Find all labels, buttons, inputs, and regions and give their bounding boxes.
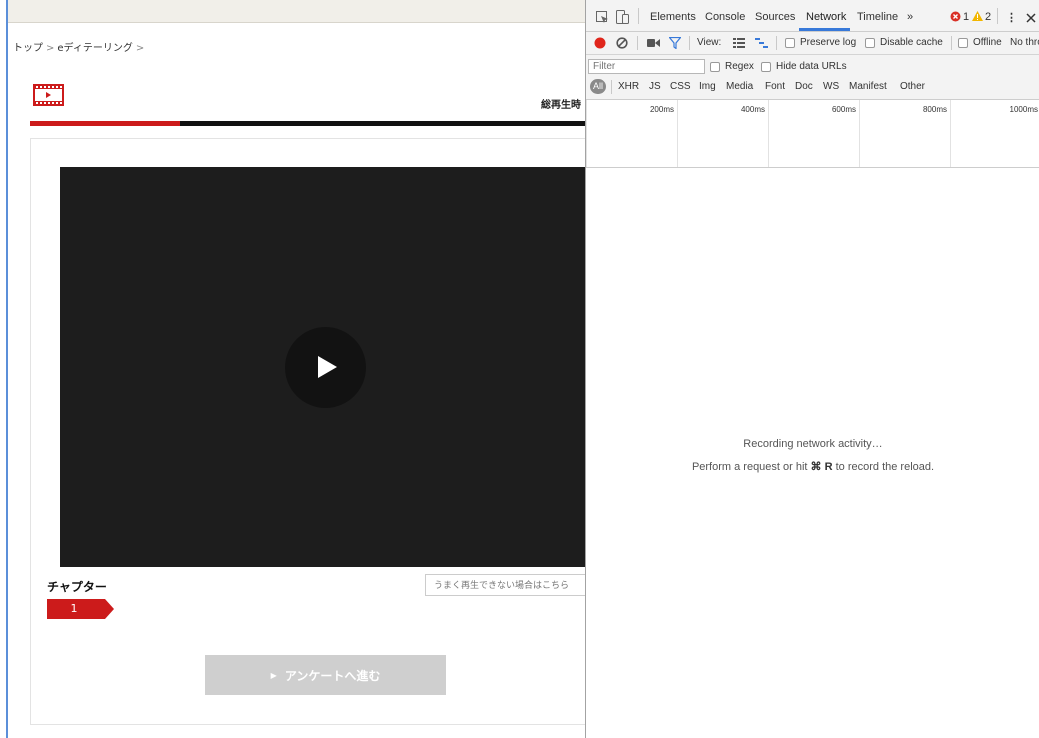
tab-sources[interactable]: Sources — [755, 11, 795, 23]
device-toolbar-icon[interactable] — [616, 10, 629, 24]
inspect-element-icon[interactable] — [596, 11, 609, 24]
warning-icon[interactable] — [972, 11, 983, 21]
hide-data-urls-label: Hide data URLs — [776, 61, 847, 72]
tab-network[interactable]: Network — [806, 11, 846, 23]
error-count: 1 — [963, 11, 970, 23]
timeline-tick-label: 600ms — [831, 105, 856, 114]
timeline-tick-label: 400ms — [740, 105, 765, 114]
toolbar-separator — [776, 36, 777, 50]
timeline-gridline — [950, 100, 951, 167]
hide-data-urls-checkbox[interactable] — [761, 62, 771, 72]
filter-input[interactable] — [588, 59, 705, 74]
filter-icon[interactable] — [669, 37, 681, 49]
window-frame-edge — [6, 0, 8, 738]
disable-cache-checkbox[interactable] — [865, 38, 875, 48]
proceed-to-survey-button[interactable]: ▶ アンケートへ進む — [205, 655, 446, 695]
toolbar-separator — [997, 8, 998, 24]
web-page: トップ > eディテーリング > 総再生時 チャプター 1 うまく再生できない場合はこ… — [0, 0, 585, 738]
reload-hint-prefix: Perform a request or hit — [691, 461, 811, 473]
offline-label: Offline — [973, 37, 1002, 48]
more-tabs-button[interactable]: » — [907, 11, 913, 23]
viewing-progress-bar — [30, 121, 585, 126]
breadcrumb-current[interactable]: eディテーリング — [57, 43, 132, 54]
devtools-panel: Elements Console Sources Network Timelin… — [585, 0, 1039, 738]
reload-hint: Perform a request or hit ⌘ R to record t… — [586, 460, 1039, 473]
play-button[interactable] — [285, 327, 366, 408]
preserve-log-checkbox[interactable] — [785, 38, 795, 48]
toolbar-separator — [638, 8, 639, 24]
page-top-bar — [8, 0, 585, 23]
network-filter-bar: Regex Hide data URLs — [586, 55, 1039, 100]
breadcrumb-home-link[interactable]: トップ — [13, 43, 43, 54]
chapter-1-button[interactable]: 1 — [47, 599, 114, 619]
breadcrumb: トップ > eディテーリング > — [13, 39, 147, 54]
type-filter-all[interactable]: All — [590, 79, 606, 94]
timeline-tick-label: 1000ms — [1009, 105, 1038, 114]
clear-icon[interactable] — [616, 37, 628, 49]
preserve-log-label: Preserve log — [800, 37, 857, 48]
throttling-select[interactable]: No thro — [1010, 37, 1039, 48]
close-icon[interactable] — [1026, 13, 1036, 23]
capture-screenshots-icon[interactable] — [647, 39, 660, 47]
type-filter-js[interactable]: JS — [649, 81, 661, 92]
breadcrumb-separator: > — [135, 43, 145, 54]
type-filter-css[interactable]: CSS — [670, 81, 691, 92]
chapter-heading: チャプター — [47, 580, 107, 594]
video-film-icon — [33, 84, 64, 106]
tab-elements[interactable]: Elements — [650, 11, 696, 23]
offline-checkbox[interactable] — [958, 38, 968, 48]
reload-shortcut[interactable]: ⌘ R — [811, 461, 833, 473]
timeline-gridline — [586, 100, 587, 167]
toolbar-separator — [951, 36, 952, 50]
playback-help-link[interactable]: うまく再生できない場合はこちら — [425, 574, 585, 596]
total-play-time-label: 総再生時 — [541, 100, 581, 111]
view-label: View: — [697, 37, 722, 48]
viewing-progress-fill — [30, 121, 180, 126]
type-filter-xhr[interactable]: XHR — [618, 81, 639, 92]
regex-checkbox[interactable] — [710, 62, 720, 72]
type-filter-font[interactable]: Font — [765, 81, 785, 92]
disable-cache-label: Disable cache — [880, 37, 943, 48]
triangle-right-icon: ▶ — [270, 670, 277, 680]
play-icon — [318, 356, 337, 378]
tab-timeline[interactable]: Timeline — [857, 11, 898, 23]
regex-label: Regex — [725, 61, 754, 72]
waterfall-overview-icon[interactable] — [755, 38, 768, 48]
timeline-gridline — [859, 100, 860, 167]
record-icon[interactable] — [594, 37, 606, 49]
chapter-number: 1 — [70, 602, 78, 615]
tab-console[interactable]: Console — [705, 11, 745, 23]
toolbar-separator — [637, 36, 638, 50]
network-toolbar: View: Preserve log Disable cache Offline… — [586, 32, 1039, 55]
survey-button-label: アンケートへ進む — [284, 668, 381, 683]
toolbar-separator — [611, 80, 612, 94]
timeline-gridline — [677, 100, 678, 167]
type-filter-manifest[interactable]: Manifest — [849, 81, 887, 92]
network-timeline-overview[interactable]: 200ms 400ms 600ms 800ms 1000ms — [586, 100, 1039, 168]
devtools-tab-bar: Elements Console Sources Network Timelin… — [586, 0, 1039, 32]
warning-count: 2 — [985, 11, 992, 23]
type-filter-media[interactable]: Media — [726, 81, 753, 92]
toolbar-separator — [689, 36, 690, 50]
timeline-gridline — [768, 100, 769, 167]
error-icon[interactable] — [950, 11, 961, 22]
timeline-tick-label: 200ms — [649, 105, 674, 114]
type-filter-other[interactable]: Other — [900, 81, 925, 92]
type-filter-doc[interactable]: Doc — [795, 81, 813, 92]
reload-hint-suffix: to record the reload. — [832, 461, 935, 473]
more-options-icon[interactable]: ⋮ — [1006, 11, 1017, 24]
type-filter-img[interactable]: Img — [699, 81, 716, 92]
large-rows-icon[interactable] — [733, 38, 745, 48]
active-tab-indicator — [799, 28, 850, 31]
type-filter-ws[interactable]: WS — [823, 81, 839, 92]
breadcrumb-separator: > — [46, 43, 55, 54]
recording-message: Recording network activity… — [743, 438, 883, 450]
timeline-tick-label: 800ms — [922, 105, 947, 114]
